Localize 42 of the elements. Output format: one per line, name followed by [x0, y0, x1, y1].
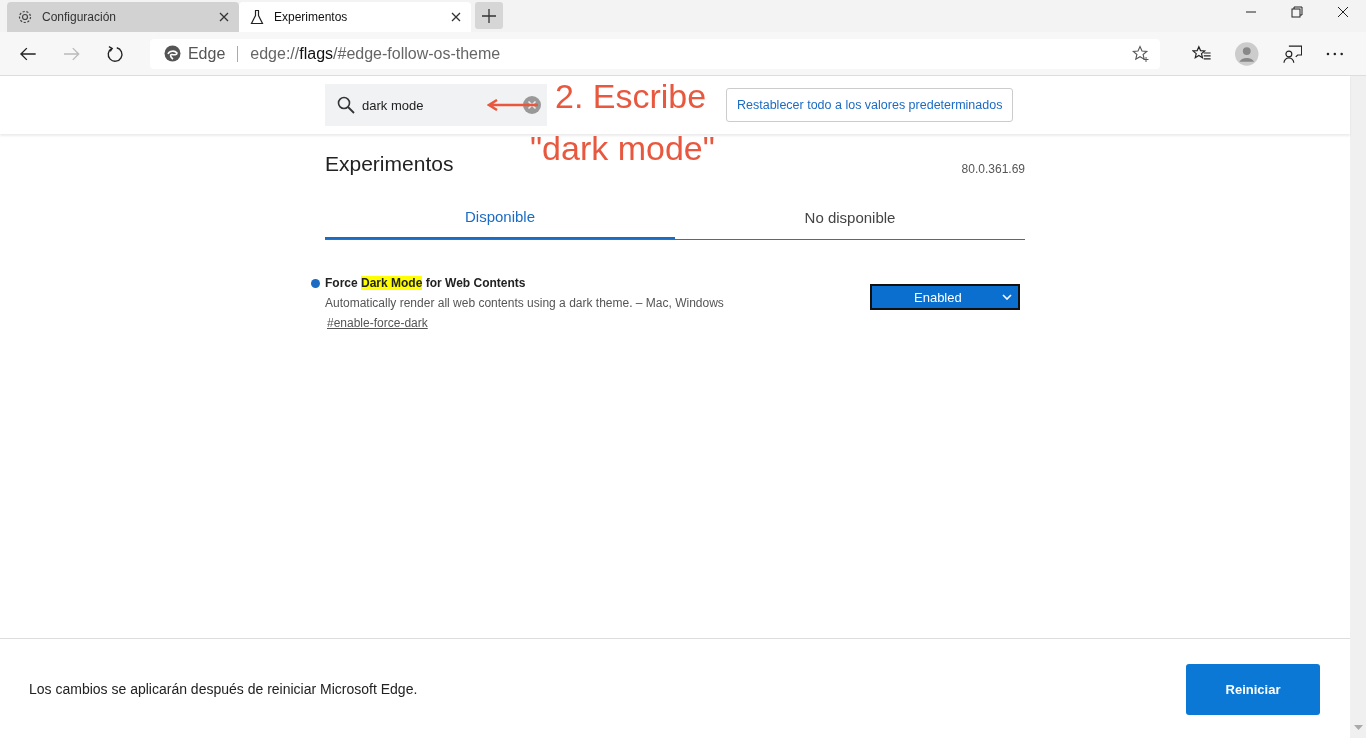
close-icon[interactable]: [451, 12, 461, 22]
restart-message: Los cambios se aplicarán después de reiniciar Microsoft Edge.: [29, 680, 418, 697]
scrollbar[interactable]: [1350, 76, 1366, 738]
flag-title: Force Dark Mode for Web Contents: [325, 276, 526, 290]
favorites-icon[interactable]: [1191, 44, 1212, 63]
browser-tab[interactable]: Configuración: [7, 2, 239, 32]
site-label: Edge: [187, 44, 226, 63]
search-field[interactable]: dark mode: [325, 84, 547, 126]
restore-icon[interactable]: [1291, 6, 1303, 18]
feedback-person-icon[interactable]: [1282, 43, 1303, 64]
avatar-icon[interactable]: [1235, 41, 1259, 66]
version-number: 80.0.361.69: [961, 162, 1025, 176]
flag-dropdown[interactable]: Enabled: [870, 284, 1020, 310]
gear-icon: [17, 9, 33, 25]
reset-all-button[interactable]: Restablecer todo a los valores predeterminados: [726, 88, 1014, 122]
view-tab[interactable]: No disponible: [675, 206, 1025, 239]
page-title: Experimentos: [325, 152, 454, 176]
flag-link[interactable]: #enable-force-dark: [327, 316, 428, 330]
plus-icon: [482, 8, 496, 23]
address-bar[interactable]: Edge edge://flags/#edge-follow-os-theme: [149, 38, 1160, 69]
tab-title: Experimentos: [274, 10, 349, 24]
edge-logo-icon: [163, 45, 181, 62]
clear-icon[interactable]: [523, 96, 541, 114]
search-icon: [337, 96, 355, 114]
tab-title: Configuración: [42, 10, 118, 24]
browser-tab[interactable]: Experimentos: [239, 2, 471, 32]
close-icon[interactable]: [1337, 6, 1349, 18]
chevron-icon: [1002, 294, 1012, 300]
back-arrow-icon[interactable]: [19, 45, 37, 62]
url-text: edge://flags/#edge-follow-os-theme: [250, 44, 501, 63]
close-icon[interactable]: [219, 12, 229, 22]
annotation-text: 2. Escribe: [555, 76, 707, 116]
more-icon[interactable]: [1326, 51, 1344, 56]
new-tab-button[interactable]: [475, 2, 503, 29]
restart-button[interactable]: Reiniciar: [1186, 663, 1320, 715]
refresh-icon[interactable]: [106, 44, 124, 63]
annotation-arrow: [487, 99, 539, 111]
flask-icon: [249, 9, 265, 25]
annotation-text: "dark mode": [530, 128, 715, 168]
flag-description: Automatically render all web contents using a dark theme. – Mac, Windows: [325, 296, 724, 310]
star-icon[interactable]: [1131, 44, 1150, 63]
view-tab[interactable]: Disponible: [325, 206, 675, 239]
